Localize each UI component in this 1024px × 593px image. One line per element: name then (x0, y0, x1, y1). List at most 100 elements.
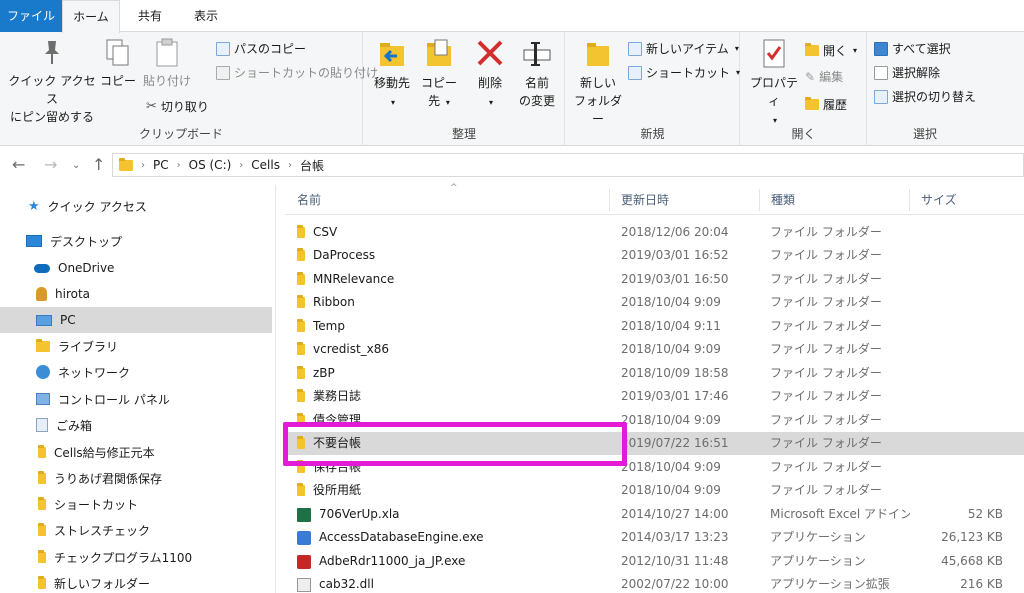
column-header-date[interactable]: 更新日時 (609, 185, 759, 215)
table-row[interactable]: Ribbon 2018/10/04 9:09 ファイル フォルダー (285, 291, 1024, 314)
table-row[interactable]: AccessDatabaseEngine.exe 2014/03/17 13:2… (285, 526, 1024, 549)
recent-chevron-icon[interactable]: ⌄ (72, 160, 80, 171)
file-size (905, 291, 1003, 314)
file-size: 216 KB (960, 577, 1003, 591)
copy-to-label: コピー先 (420, 76, 457, 108)
invert-selection-button[interactable]: 選択の切り替え (874, 88, 976, 105)
copy-to-button[interactable]: コピー先 ▾ (416, 38, 462, 112)
table-row[interactable]: CSV 2018/12/06 20:04 ファイル フォルダー (285, 221, 1024, 244)
delete-button[interactable]: 削除 ▾ (472, 38, 508, 112)
table-row[interactable]: 債令管理 2018/10/04 9:09 ファイル フォルダー (285, 409, 1024, 432)
folder-icon (297, 436, 305, 449)
history-button[interactable]: 履歴 (805, 96, 847, 113)
file-date: 2018/10/09 18:58 (621, 366, 729, 380)
sidebar-item-folder[interactable]: Cells給与修正元本 (0, 439, 272, 465)
sidebar-item-pc[interactable]: PC (0, 307, 272, 333)
up-arrow-icon[interactable]: ↑ (92, 155, 105, 174)
folder-icon (297, 248, 305, 261)
file-date: 2012/10/31 11:48 (621, 554, 729, 568)
column-header-type[interactable]: 種類 (759, 185, 909, 215)
sidebar-item-onedrive[interactable]: OneDrive (0, 255, 272, 281)
table-row[interactable]: vcredist_x86 2018/10/04 9:09 ファイル フォルダー (285, 338, 1024, 361)
history-label: 履歴 (823, 98, 848, 112)
sidebar-item-folder[interactable]: 新しいフォルダー (0, 570, 272, 593)
table-row[interactable]: Temp 2018/10/04 9:11 ファイル フォルダー (285, 315, 1024, 338)
copy-button[interactable]: コピー (100, 38, 136, 90)
folder-icon (297, 295, 305, 308)
tab-view[interactable]: 表示 (180, 0, 232, 32)
file-date: 2002/07/22 10:00 (621, 577, 729, 591)
select-none-label: 選択解除 (892, 66, 941, 80)
edit-label: 編集 (819, 70, 844, 84)
back-arrow-icon[interactable]: ← (12, 155, 25, 174)
rename-button[interactable]: 名前 の変更 (514, 38, 560, 110)
table-row[interactable]: DaProcess 2019/03/01 16:52 ファイル フォルダー (285, 244, 1024, 267)
file-name: cab32.dll (319, 577, 374, 591)
new-folder-icon (587, 43, 609, 66)
breadcrumb-cells[interactable]: Cells (251, 158, 280, 172)
sidebar-item-hirota[interactable]: hirota (0, 281, 272, 307)
open-group: プロパティ ▾ 開く ▾ ✎ 編集 履歴 開く (741, 32, 867, 146)
folder-icon (297, 366, 305, 379)
move-to-button[interactable]: 移動先 ▾ (370, 38, 414, 112)
file-list: CSV 2018/12/06 20:04 ファイル フォルダー DaProces… (285, 219, 1024, 593)
new-folder-button[interactable]: 新しい フォルダー (572, 38, 624, 128)
sidebar-item-libraries[interactable]: ライブラリ (0, 333, 272, 359)
column-header-size[interactable]: サイズ (909, 185, 1009, 215)
table-row[interactable]: cab32.dll 2002/07/22 10:00 アプリケーション拡張 21… (285, 573, 1024, 593)
sidebar-item-folder[interactable]: チェックプログラム1100 (0, 544, 272, 570)
column-header-name[interactable]: 名前 (285, 185, 609, 215)
table-row[interactable]: AdbeRdr11000_ja_JP.exe 2012/10/31 11:48 … (285, 550, 1024, 573)
sidebar-item-control-panel[interactable]: コントロール パネル (0, 386, 272, 412)
sidebar-item-label: hirota (55, 287, 91, 301)
sidebar-item-desktop[interactable]: デスクトップ (0, 228, 272, 254)
select-all-button[interactable]: すべて選択 (874, 40, 951, 57)
open-button[interactable]: 開く ▾ (805, 42, 857, 59)
tab-file[interactable]: ファイル (0, 0, 62, 32)
paste-shortcut-button[interactable]: ショートカットの貼り付け (216, 64, 378, 81)
pin-quick-access-button[interactable]: クイック アクセス にピン留めする (6, 38, 98, 126)
folder-icon (297, 342, 305, 355)
shortcut-label: ショートカット (646, 66, 731, 80)
tab-share[interactable]: 共有 (122, 0, 178, 32)
table-row[interactable]: MNRelevance 2019/03/01 16:50 ファイル フォルダー (285, 268, 1024, 291)
file-date: 2019/03/01 16:52 (621, 248, 729, 262)
select-none-button[interactable]: 選択解除 (874, 64, 940, 81)
invert-selection-label: 選択の切り替え (892, 90, 977, 104)
sidebar-item-quick-access[interactable]: ★ クイック アクセス (0, 193, 272, 219)
sidebar-item-network[interactable]: ネットワーク (0, 359, 272, 385)
tab-home[interactable]: ホーム (62, 0, 120, 33)
cut-button[interactable]: ✂ 切り取り (146, 98, 209, 115)
edit-button[interactable]: ✎ 編集 (805, 68, 843, 85)
table-row[interactable]: 706VerUp.xla 2014/10/27 14:00 Microsoft … (285, 503, 1024, 526)
table-row-selected[interactable]: 不要台帳 2019/07/22 16:51 ファイル フォルダー (285, 432, 1024, 455)
address-bar[interactable]: › PC › OS (C:) › Cells › 台帳 (112, 153, 1024, 177)
forward-arrow-icon[interactable]: → (44, 155, 57, 174)
breadcrumb-pc[interactable]: PC (153, 158, 169, 172)
file-size: 52 KB (967, 507, 1003, 521)
rename-label-2: の変更 (518, 94, 555, 108)
edit-pencil-icon: ✎ (805, 69, 816, 84)
application-icon (297, 530, 311, 545)
table-row[interactable]: 役所用紙 2018/10/04 9:09 ファイル フォルダー (285, 479, 1024, 502)
breadcrumb-os-c[interactable]: OS (C:) (189, 158, 232, 172)
control-panel-icon (36, 393, 50, 405)
sidebar-item-recycle-bin[interactable]: ごみ箱 (0, 412, 272, 438)
select-group-label: 選択 (912, 127, 937, 141)
file-name: vcredist_x86 (313, 342, 390, 356)
sidebar-item-folder[interactable]: ストレスチェック (0, 517, 272, 543)
file-size (905, 244, 1003, 267)
copy-path-button[interactable]: パスのコピー (216, 40, 306, 57)
properties-button[interactable]: プロパティ ▾ (745, 38, 803, 130)
sidebar-item-folder[interactable]: うりあげ君関係保存 (0, 465, 272, 491)
breadcrumb-ledger[interactable]: 台帳 (300, 157, 324, 174)
file-name: 役所用紙 (313, 483, 362, 497)
table-row[interactable]: 保存台帳 2018/10/04 9:09 ファイル フォルダー (285, 456, 1024, 479)
easy-access-button[interactable]: ショートカット ▾ (628, 64, 740, 81)
table-row[interactable]: 業務日誌 2019/03/01 17:46 ファイル フォルダー (285, 385, 1024, 408)
new-item-button[interactable]: 新しいアイテム ▾ (628, 40, 739, 57)
table-row[interactable]: zBP 2018/10/09 18:58 ファイル フォルダー (285, 362, 1024, 385)
history-icon (805, 97, 819, 110)
paste-button[interactable]: 貼り付け (140, 38, 194, 90)
sidebar-item-folder[interactable]: ショートカット (0, 491, 272, 517)
